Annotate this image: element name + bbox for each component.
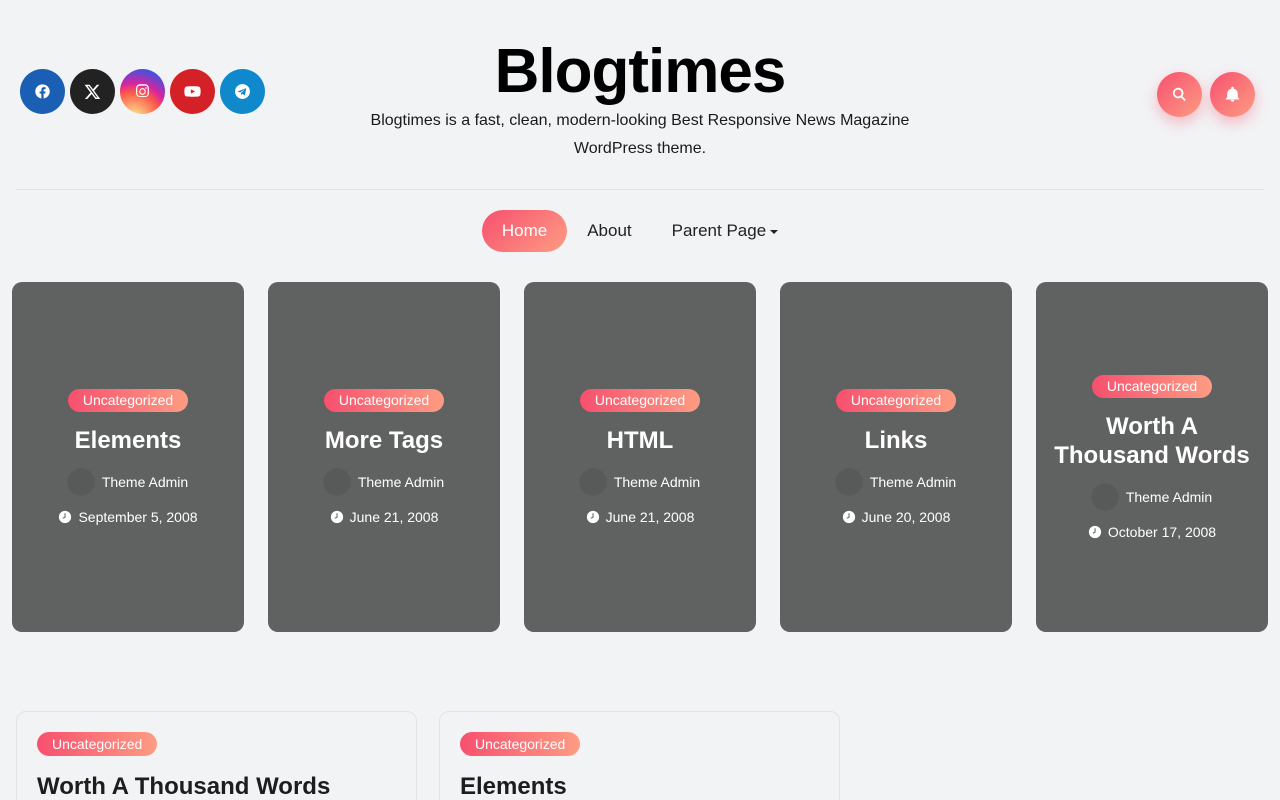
search-icon <box>1172 87 1186 102</box>
category-badge[interactable]: Uncategorized <box>835 389 957 412</box>
author[interactable]: Theme Admin <box>835 469 957 495</box>
category-badge[interactable]: Uncategorized <box>323 389 445 412</box>
avatar <box>67 469 94 495</box>
clock-icon <box>330 510 343 524</box>
author-name: Theme Admin <box>357 474 445 490</box>
post-date[interactable]: September 5, 2008 <box>58 509 198 525</box>
date-text: June 21, 2008 <box>605 509 695 525</box>
header-divider <box>16 189 1264 190</box>
category-badge[interactable]: Uncategorized <box>67 389 189 412</box>
post-date[interactable]: June 21, 2008 <box>330 509 439 525</box>
search-button[interactable] <box>1157 72 1202 117</box>
avatar <box>579 469 606 495</box>
header-actions <box>1157 72 1255 117</box>
post-title[interactable]: Elements <box>460 773 819 800</box>
featured-card[interactable]: Uncategorized Worth A Thousand Words The… <box>1036 282 1268 632</box>
notification-button[interactable] <box>1210 72 1255 117</box>
featured-card[interactable]: Uncategorized HTML Theme Admin June 21, … <box>524 282 756 632</box>
featured-posts: Uncategorized Elements Theme Admin Septe… <box>12 282 1268 632</box>
bell-icon <box>1225 86 1240 102</box>
featured-card[interactable]: Uncategorized Elements Theme Admin Septe… <box>12 282 244 632</box>
card-title[interactable]: Worth A Thousand Words <box>1048 412 1256 470</box>
date-text: June 21, 2008 <box>349 509 439 525</box>
card-title[interactable]: Elements <box>75 426 182 455</box>
clock-icon <box>586 510 599 524</box>
featured-card[interactable]: Uncategorized More Tags Theme Admin June… <box>268 282 500 632</box>
date-text: June 20, 2008 <box>861 509 951 525</box>
author-name: Theme Admin <box>869 474 957 490</box>
author-name: Theme Admin <box>101 474 189 490</box>
card-title[interactable]: More Tags <box>325 426 443 455</box>
site-title[interactable]: Blogtimes <box>0 36 1280 107</box>
post-date[interactable]: October 17, 2008 <box>1088 524 1216 540</box>
author-name: Theme Admin <box>1125 488 1213 505</box>
nav-about[interactable]: About <box>567 210 651 252</box>
author-name: Theme Admin <box>613 474 701 490</box>
author[interactable]: Theme Admin <box>579 469 701 495</box>
category-badge[interactable]: Uncategorized <box>1091 374 1213 398</box>
category-badge[interactable]: Uncategorized <box>37 732 158 756</box>
category-badge[interactable]: Uncategorized <box>460 732 581 756</box>
post-card: Uncategorized Worth A Thousand Words <box>16 711 417 800</box>
clock-icon <box>842 510 855 524</box>
post-date[interactable]: June 20, 2008 <box>842 509 951 525</box>
clock-icon <box>1088 525 1102 538</box>
date-text: September 5, 2008 <box>78 509 198 525</box>
author[interactable]: Theme Admin <box>323 469 445 495</box>
card-title[interactable]: Links <box>865 426 928 455</box>
avatar <box>323 469 350 495</box>
card-title[interactable]: HTML <box>607 426 674 455</box>
caret-down-icon <box>770 230 779 234</box>
clock-icon <box>59 510 72 524</box>
site-header: Blogtimes Blogtimes is a fast, clean, mo… <box>0 0 1280 190</box>
main-nav: Home About Parent Page <box>0 210 1280 252</box>
post-title[interactable]: Worth A Thousand Words <box>37 773 396 800</box>
nav-home[interactable]: Home <box>481 210 568 252</box>
author[interactable]: Theme Admin <box>67 469 189 495</box>
site-description: Blogtimes is a fast, clean, modern-looki… <box>370 112 910 157</box>
featured-card[interactable]: Uncategorized Links Theme Admin June 20,… <box>780 282 1012 632</box>
avatar <box>1091 483 1118 510</box>
avatar <box>835 469 862 495</box>
nav-parent-page[interactable]: Parent Page <box>652 210 799 252</box>
post-date[interactable]: June 21, 2008 <box>586 509 695 525</box>
author[interactable]: Theme Admin <box>1091 483 1213 510</box>
post-card: Uncategorized Elements <box>439 711 840 800</box>
nav-parent-page-label: Parent Page <box>671 221 767 240</box>
date-text: October 17, 2008 <box>1107 523 1217 540</box>
category-badge[interactable]: Uncategorized <box>579 389 701 412</box>
